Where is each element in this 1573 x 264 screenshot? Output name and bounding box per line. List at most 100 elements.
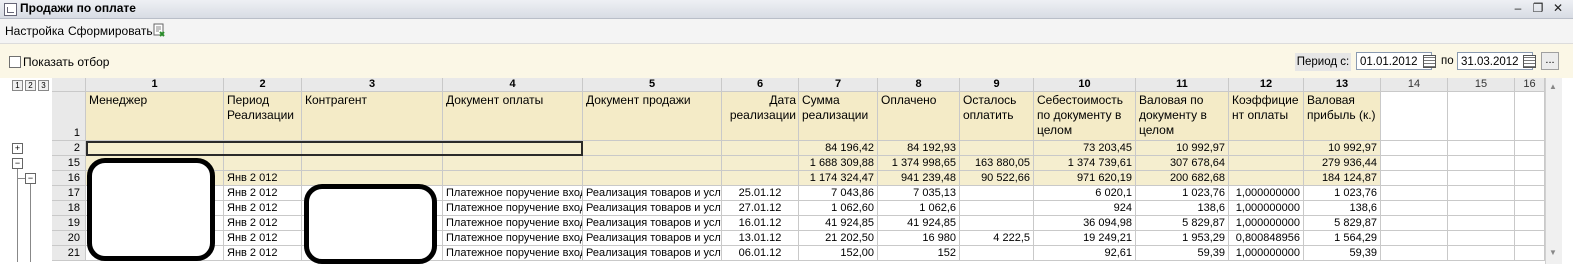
table-cell[interactable]: 84 192,93 (878, 141, 960, 156)
table-cell[interactable]: 1 564,29 (1304, 231, 1381, 246)
row-number[interactable]: 16 (52, 171, 86, 186)
table-cell[interactable]: 10 992,97 (1136, 141, 1229, 156)
column-number[interactable]: 4 (443, 78, 583, 92)
table-cell[interactable]: 138,6 (1136, 201, 1229, 216)
table-cell[interactable]: 16.01.12 (722, 216, 799, 231)
column-number[interactable]: 15 (1448, 78, 1515, 92)
table-cell[interactable]: Янв 2 012 (224, 171, 302, 186)
table-cell[interactable] (224, 156, 302, 171)
date-from-input[interactable]: 01.01.2012 (1356, 52, 1432, 70)
empty-cell[interactable] (1381, 216, 1448, 231)
empty-cell[interactable] (1515, 231, 1545, 246)
empty-cell[interactable] (1515, 171, 1545, 186)
row-number[interactable]: 17 (52, 186, 86, 201)
empty-cell[interactable] (1515, 201, 1545, 216)
table-cell[interactable]: 41 924,85 (799, 216, 878, 231)
table-cell[interactable]: Платежное поручение входящее (443, 216, 583, 231)
column-number[interactable]: 3 (302, 78, 443, 92)
column-number[interactable]: 8 (878, 78, 960, 92)
empty-cell[interactable] (1515, 141, 1545, 156)
group-level-1-button[interactable]: 1 (12, 80, 23, 91)
vertical-scrollbar[interactable]: ▲ ▼ (1545, 78, 1562, 264)
table-cell[interactable]: 1 374 739,61 (1034, 156, 1136, 171)
table-cell[interactable]: 41 924,85 (878, 216, 960, 231)
table-cell[interactable]: 73 203,45 (1034, 141, 1136, 156)
restore-button[interactable]: ❐ (1530, 1, 1546, 16)
table-cell[interactable]: 5 829,87 (1304, 216, 1381, 231)
column-number[interactable]: 9 (960, 78, 1034, 92)
empty-cell[interactable] (1448, 141, 1515, 156)
table-cell[interactable]: 971 620,19 (1034, 171, 1136, 186)
empty-cell[interactable] (1448, 231, 1515, 246)
table-cell[interactable]: Реализация товаров и услуг (583, 201, 722, 216)
empty-cell[interactable] (1381, 141, 1448, 156)
column-number[interactable]: 12 (1229, 78, 1304, 92)
table-cell[interactable]: 1,000000000 (1229, 216, 1304, 231)
column-number[interactable]: 13 (1304, 78, 1381, 92)
table-cell[interactable] (722, 156, 799, 171)
row-number[interactable]: 15 (52, 156, 86, 171)
table-cell[interactable]: 92,61 (1034, 246, 1136, 261)
table-cell[interactable]: 06.01.12 (722, 246, 799, 261)
column-number[interactable]: 11 (1136, 78, 1229, 92)
show-filter-checkbox[interactable] (9, 56, 21, 68)
table-cell[interactable] (1229, 156, 1304, 171)
table-cell[interactable]: 1,000000000 (1229, 201, 1304, 216)
calendar-icon[interactable] (1423, 55, 1436, 68)
table-cell[interactable]: 1 953,29 (1136, 231, 1229, 246)
table-cell[interactable]: Платежное поручение входящее (443, 231, 583, 246)
row-number[interactable]: 1 (52, 92, 86, 141)
table-cell[interactable]: 6 020,1 (1034, 186, 1136, 201)
group-level-2-button[interactable]: 2 (25, 80, 36, 91)
table-cell[interactable]: 152 (878, 246, 960, 261)
table-cell[interactable]: 27.01.12 (722, 201, 799, 216)
table-cell[interactable]: 941 239,48 (878, 171, 960, 186)
table-cell[interactable] (302, 156, 443, 171)
table-cell[interactable]: Реализация товаров и услуг (583, 186, 722, 201)
table-cell[interactable] (960, 201, 1034, 216)
table-cell[interactable]: 7 035,13 (878, 186, 960, 201)
period-select-button[interactable]: ... (1541, 52, 1559, 70)
table-cell[interactable]: Платежное поручение входящее (443, 201, 583, 216)
column-number[interactable]: 5 (583, 78, 722, 92)
empty-cell[interactable] (1381, 156, 1448, 171)
table-cell[interactable]: Янв 2 012 (224, 216, 302, 231)
table-cell[interactable] (960, 186, 1034, 201)
table-cell[interactable]: 7 043,86 (799, 186, 878, 201)
column-number[interactable]: 2 (224, 78, 302, 92)
table-cell[interactable]: 59,39 (1136, 246, 1229, 261)
table-cell[interactable]: 138,6 (1304, 201, 1381, 216)
column-number[interactable]: 6 (722, 78, 799, 92)
row-number[interactable]: 2 (52, 141, 86, 156)
table-cell[interactable]: Янв 2 012 (224, 246, 302, 261)
table-cell[interactable]: 90 522,66 (960, 171, 1034, 186)
calendar-icon[interactable] (1523, 55, 1536, 68)
generate-button[interactable]: Сформировать (68, 24, 153, 38)
table-cell[interactable] (583, 156, 722, 171)
table-cell[interactable]: 0,800848956 (1229, 231, 1304, 246)
table-cell[interactable]: 279 936,44 (1304, 156, 1381, 171)
empty-cell[interactable] (1515, 156, 1545, 171)
table-cell[interactable] (960, 246, 1034, 261)
row-number[interactable]: 18 (52, 201, 86, 216)
table-cell[interactable]: 1 688 309,88 (799, 156, 878, 171)
settings-button[interactable]: Настройка (5, 24, 64, 38)
table-cell[interactable]: 4 222,5 (960, 231, 1034, 246)
table-cell[interactable]: 16 980 (878, 231, 960, 246)
table-cell[interactable] (583, 171, 722, 186)
column-number[interactable]: 7 (799, 78, 878, 92)
table-cell[interactable]: 84 196,42 (799, 141, 878, 156)
empty-cell[interactable] (1515, 186, 1545, 201)
table-cell[interactable]: 152,00 (799, 246, 878, 261)
table-cell[interactable]: 184 124,87 (1304, 171, 1381, 186)
table-cell[interactable]: Янв 2 012 (224, 201, 302, 216)
column-number[interactable]: 16 (1515, 78, 1545, 92)
table-cell[interactable] (583, 141, 722, 156)
empty-cell[interactable] (1448, 246, 1515, 261)
table-cell[interactable]: 59,39 (1304, 246, 1381, 261)
table-cell[interactable]: 1,000000000 (1229, 246, 1304, 261)
table-cell[interactable] (443, 156, 583, 171)
table-cell[interactable]: Платежное поручение входящее (443, 246, 583, 261)
empty-cell[interactable] (1515, 216, 1545, 231)
table-cell[interactable]: Реализация товаров и услуг (583, 246, 722, 261)
